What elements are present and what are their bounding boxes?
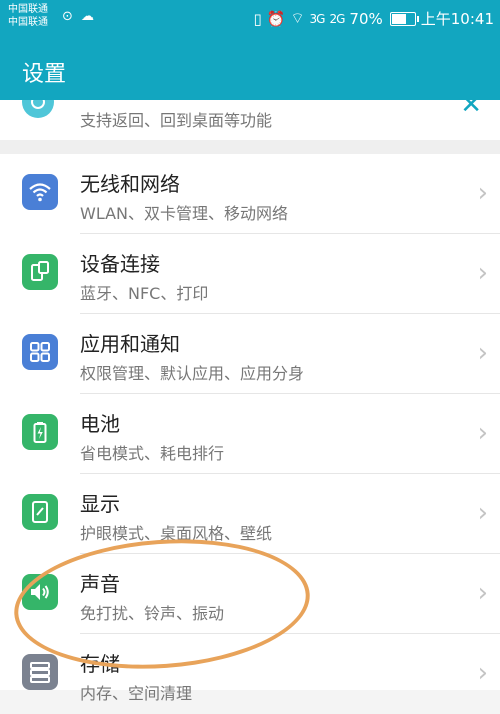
settings-item-apps-notifications[interactable]: 应用和通知 权限管理、默认应用、应用分身 › xyxy=(0,314,500,394)
chevron-right-icon: › xyxy=(477,338,488,368)
alarm-icon: ⏰ xyxy=(266,9,286,28)
apps-icon xyxy=(22,334,58,370)
item-label: 设备连接 xyxy=(80,252,160,276)
status-right: ▯ ⏰ ⌔ 3G 2G 70% 上午10:41 xyxy=(253,8,494,29)
wifi-icon xyxy=(22,174,58,210)
vibrate-icon: ▯ xyxy=(253,9,262,28)
signal-1-icon: 3G xyxy=(309,11,326,26)
chevron-right-icon: › xyxy=(477,498,488,528)
sound-icon xyxy=(22,574,58,610)
clock: 上午10:41 xyxy=(420,10,494,28)
battery-percent: 70% xyxy=(349,9,383,28)
item-subtitle: 内存、空间清理 xyxy=(80,684,193,703)
item-subtitle: 护眼模式、桌面风格、壁纸 xyxy=(80,524,273,543)
item-subtitle: 免打扰、铃声、振动 xyxy=(80,604,225,623)
item-label: 存储 xyxy=(80,652,120,676)
display-icon xyxy=(22,494,58,530)
item-subtitle: WLAN、双卡管理、移动网络 xyxy=(80,204,289,223)
chevron-right-icon: › xyxy=(477,658,488,688)
item-label: 无线和网络 xyxy=(80,172,180,196)
status-bar: 中国联通 中国联通 ⊙ ☁ ▯ ⏰ ⌔ 3G 2G 70% 上午10:41 xyxy=(0,0,500,38)
chevron-right-icon: › xyxy=(477,578,488,608)
item-label: 显示 xyxy=(80,492,120,516)
carrier-1: 中国联通 xyxy=(8,4,48,15)
item-subtitle: 蓝牙、NFC、打印 xyxy=(80,284,209,303)
settings-item-sound[interactable]: 声音 免打扰、铃声、振动 › xyxy=(0,554,500,634)
notification-icons: ⊙ ☁ xyxy=(62,9,97,24)
wifi-status-icon: ⌔ xyxy=(290,9,305,27)
list-item-partial[interactable]: 支持返回、回到桌面等功能 ✕ xyxy=(0,100,500,140)
battery-icon xyxy=(22,414,58,450)
chevron-right-icon: › xyxy=(477,258,488,288)
battery-status-icon xyxy=(389,11,419,26)
section-gap xyxy=(0,140,500,154)
item-label: 声音 xyxy=(80,572,120,596)
carrier-info: 中国联通 中国联通 xyxy=(8,3,48,29)
storage-icon xyxy=(22,654,58,690)
settings-item-storage[interactable]: 存储 内存、空间清理 › xyxy=(0,634,500,714)
page-title: 设置 xyxy=(22,62,67,87)
device-connection-icon xyxy=(22,254,58,290)
settings-item-wireless[interactable]: 无线和网络 WLAN、双卡管理、移动网络 › xyxy=(0,154,500,234)
close-icon[interactable]: ✕ xyxy=(460,100,482,120)
chevron-right-icon: › xyxy=(477,418,488,448)
chevron-right-icon: › xyxy=(477,178,488,208)
app-bar: 设置 xyxy=(0,38,500,100)
navigation-icon xyxy=(22,100,54,118)
item-subtitle: 省电模式、耗电排行 xyxy=(80,444,225,463)
item-label: 应用和通知 xyxy=(80,332,180,356)
settings-item-battery[interactable]: 电池 省电模式、耗电排行 › xyxy=(0,394,500,474)
item-label: 电池 xyxy=(80,412,120,436)
settings-list: 无线和网络 WLAN、双卡管理、移动网络 › 设备连接 蓝牙、NFC、打印 › … xyxy=(0,154,500,703)
settings-item-display[interactable]: 显示 护眼模式、桌面风格、壁纸 › xyxy=(0,474,500,554)
signal-2-icon: 2G xyxy=(329,11,345,26)
carrier-2: 中国联通 xyxy=(8,17,48,28)
settings-item-device-connection[interactable]: 设备连接 蓝牙、NFC、打印 › xyxy=(0,234,500,314)
partial-item-subtitle: 支持返回、回到桌面等功能 xyxy=(80,111,273,130)
item-subtitle: 权限管理、默认应用、应用分身 xyxy=(80,364,305,383)
